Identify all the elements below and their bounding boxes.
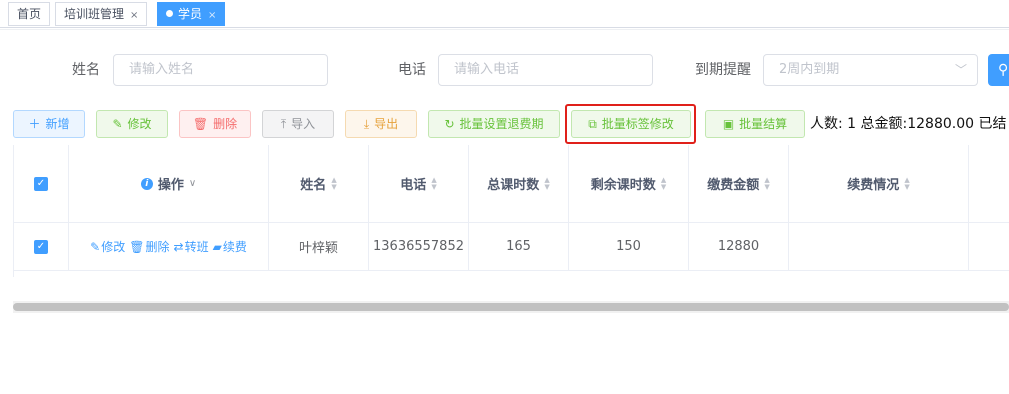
header-phone[interactable]: 电话 ▲ ▼ xyxy=(369,145,469,223)
tab-home[interactable]: 首页 xyxy=(8,2,51,26)
tab-label: 首页 xyxy=(17,7,42,21)
phone-input[interactable]: 请输入电话 xyxy=(438,54,653,86)
highlight-box xyxy=(565,104,696,144)
import-button[interactable]: ⤒ 导入 xyxy=(262,110,334,138)
row-delete-link[interactable]: 🗑删除 xyxy=(129,238,169,255)
transfer-icon: ⇄ xyxy=(173,240,184,254)
cell-renewal xyxy=(789,223,969,271)
row-transfer-link[interactable]: ⇄转班 xyxy=(174,238,209,255)
expire-label: 到期提醒 xyxy=(695,62,751,78)
tab-training-class[interactable]: 培训班管理 × xyxy=(55,2,148,26)
header-action: i 操作 ∨ xyxy=(69,145,269,223)
row-select-cell: ✓ xyxy=(14,223,69,271)
action-label: 删除 xyxy=(145,240,170,254)
select-all-checkbox[interactable]: ✓ xyxy=(34,176,48,191)
action-label: 转班 xyxy=(184,240,209,254)
horizontal-scrollbar[interactable] xyxy=(13,303,1009,311)
sort-icon[interactable]: ▲ ▼ xyxy=(764,176,769,191)
edit-icon: ✎ xyxy=(90,240,101,254)
row-renew-link[interactable]: ▰续费 xyxy=(213,238,247,255)
main-content: 姓名 请输入姓名 电话 请输入电话 到期提醒 2周内到期 ﹀ ⚲ ＋ 新增 ✎ 修改 … xyxy=(0,29,1009,394)
phone-placeholder: 请输入电话 xyxy=(454,62,520,77)
add-button[interactable]: ＋ 新增 xyxy=(13,110,85,138)
batch-settle-button[interactable]: ▣ 批量结算 xyxy=(705,110,805,138)
header-next xyxy=(969,145,1009,223)
header-label: 缴费金额 xyxy=(707,178,760,193)
active-dot-icon xyxy=(166,10,173,17)
batch-settle-label: 批量结算 xyxy=(739,117,788,131)
header-label: 姓名 xyxy=(300,178,327,193)
sort-icon[interactable]: ▲ ▼ xyxy=(661,176,666,191)
chevron-down-icon[interactable]: ∨ xyxy=(189,178,196,189)
sort-icon[interactable]: ▲ ▼ xyxy=(331,176,336,191)
header-label: 操作 xyxy=(157,178,184,193)
expire-value: 2周内到期 xyxy=(779,62,840,77)
delete-button[interactable]: 🗑 删除 xyxy=(179,110,251,138)
trash-icon: 🗑 xyxy=(129,240,145,254)
row-edit-link[interactable]: ✎修改 xyxy=(90,238,125,255)
expire-select[interactable]: 2周内到期 ﹀ xyxy=(763,54,978,86)
cell-phone: 13636557852 xyxy=(369,223,469,271)
sort-icon[interactable]: ▲ ▼ xyxy=(544,176,549,191)
tab-label: 培训班管理 xyxy=(64,7,125,21)
action-label: 续费 xyxy=(222,240,247,254)
header-label: 续费情况 xyxy=(847,178,900,193)
export-button[interactable]: ⤓ 导出 xyxy=(345,110,417,138)
summary-text: 人数: 1 总金额:12880.00 已结 xyxy=(810,116,1007,132)
close-icon[interactable]: × xyxy=(208,10,216,21)
cell-next xyxy=(969,223,1009,271)
import-label: 导入 xyxy=(291,117,316,131)
select-all-cell: ✓ xyxy=(14,145,69,223)
header-renewal[interactable]: 续费情况 ▲ ▼ xyxy=(789,145,969,223)
phone-label: 电话 xyxy=(398,62,426,78)
header-label: 电话 xyxy=(400,178,427,193)
chevron-down-icon: ﹀ xyxy=(954,63,967,77)
sort-icon[interactable]: ▲ ▼ xyxy=(904,176,909,191)
action-label: 修改 xyxy=(101,240,126,254)
plus-icon: ＋ xyxy=(28,117,41,131)
info-icon: i xyxy=(140,177,153,190)
row-checkbox[interactable]: ✓ xyxy=(34,239,48,254)
header-remaining-hours[interactable]: 剩余课时数 ▲ ▼ xyxy=(569,145,689,223)
header-label: 剩余课时数 xyxy=(590,178,656,193)
name-label: 姓名 xyxy=(72,62,100,78)
row-actions: ✎修改 🗑删除 ⇄转班 ▰续费 xyxy=(69,223,269,271)
trash-icon: 🗑 xyxy=(192,117,209,131)
header-total-hours[interactable]: 总课时数 ▲ ▼ xyxy=(469,145,569,223)
cell-amount: 12880 xyxy=(689,223,789,271)
cell-remaining-hours: 150 xyxy=(569,223,689,271)
cell-name: 叶梓颖 xyxy=(269,223,369,271)
refresh-icon: ↻ xyxy=(444,117,455,131)
sort-icon[interactable]: ▲ ▼ xyxy=(431,176,436,191)
download-icon: ⤓ xyxy=(363,117,370,131)
name-placeholder: 请输入姓名 xyxy=(129,62,195,77)
tab-label: 学员 xyxy=(178,7,203,21)
cell-total-hours: 165 xyxy=(469,223,569,271)
header-amount[interactable]: 缴费金额 ▲ ▼ xyxy=(689,145,789,223)
tags-view-bar: 首页 培训班管理 × 学员 × xyxy=(0,0,1009,28)
search-icon: ⚲ xyxy=(998,62,1009,78)
edit-icon: ✎ xyxy=(112,117,123,131)
header-label: 总课时数 xyxy=(487,178,540,193)
money-icon: ▣ xyxy=(722,117,735,131)
ticket-icon: ▰ xyxy=(212,240,222,254)
batch-refund-label: 批量设置退费期 xyxy=(459,117,544,131)
header-name[interactable]: 姓名 ▲ ▼ xyxy=(269,145,369,223)
close-icon[interactable]: × xyxy=(130,10,138,21)
delete-label: 删除 xyxy=(213,117,238,131)
search-button[interactable]: ⚲ xyxy=(988,54,1009,86)
name-input[interactable]: 请输入姓名 xyxy=(113,54,328,86)
edit-label: 修改 xyxy=(127,117,152,131)
add-label: 新增 xyxy=(45,117,70,131)
student-table: ✓ i 操作 ∨ 姓名 ▲ ▼ 电话 ▲ ▼ 总课时数 ▲ ▼ 剩余课时数 ▲ ▼ 缴费金额 ▲ ▼ 续… xyxy=(13,145,1009,277)
edit-button[interactable]: ✎ 修改 xyxy=(96,110,168,138)
tab-student[interactable]: 学员 × xyxy=(157,2,226,26)
batch-refund-button[interactable]: ↻ 批量设置退费期 xyxy=(428,110,560,138)
upload-icon: ⤒ xyxy=(280,117,287,131)
export-label: 导出 xyxy=(374,117,399,131)
